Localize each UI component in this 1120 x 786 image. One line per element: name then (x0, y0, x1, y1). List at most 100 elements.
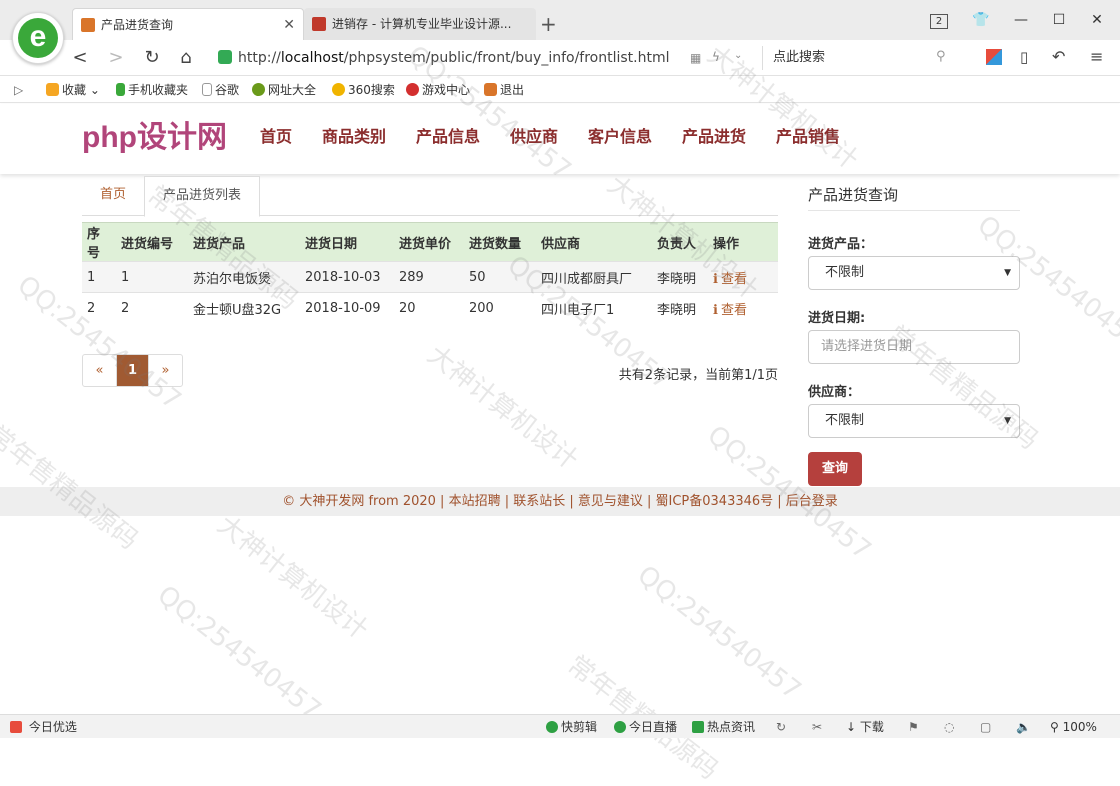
status-download[interactable]: ↓ 下载 (846, 718, 884, 736)
new-tab-button[interactable]: + (540, 12, 557, 36)
bookmark-label: 游戏中心 (422, 83, 471, 97)
sidebar-title: 产品进货查询 (808, 186, 899, 204)
bookmark-360-search[interactable]: 360搜索 (332, 81, 395, 99)
breadcrumb-current[interactable]: 产品进货列表 (144, 176, 260, 217)
nav-customers[interactable]: 客户信息 (588, 126, 652, 150)
bookmark-label: 网址大全 (268, 83, 317, 97)
home-icon[interactable]: ⌂ (174, 47, 198, 69)
nav-categories[interactable]: 商品类别 (322, 126, 386, 150)
volume-icon[interactable]: 🔈 (1016, 718, 1031, 736)
view-link[interactable]: ℹ 查看 (713, 303, 747, 318)
qr-code-icon[interactable]: ▦ (690, 51, 701, 65)
watermark-text: QQ:254540457 (631, 560, 807, 706)
cell-no: 2 (82, 292, 116, 324)
cell-price: 20 (394, 292, 464, 324)
pager-info: 共有2条记录，当前第1/1页 (618, 368, 778, 383)
nav-home[interactable]: 首页 (260, 126, 292, 150)
nav-products[interactable]: 产品信息 (416, 126, 480, 150)
pager-next[interactable]: » (149, 355, 182, 386)
window-close-icon[interactable]: ✕ (1084, 10, 1110, 30)
zoom-control[interactable]: ⚲ 100% (1050, 718, 1097, 736)
star-icon (46, 83, 59, 96)
cell-product: 苏泊尔电饭煲 (188, 261, 300, 293)
supplier-select[interactable]: 不限制 ▼ (808, 404, 1020, 438)
reading-icon[interactable]: ▯ (1020, 48, 1028, 66)
table-header-row: 序号 进货编号 进货产品 进货日期 进货单价 进货数量 供应商 负责人 操作 (82, 222, 778, 262)
tab-count-button[interactable]: 2 (926, 10, 952, 30)
minimize-icon[interactable]: — (1008, 10, 1034, 30)
back-icon[interactable]: < (68, 47, 92, 69)
bookmark-exit[interactable]: 退出 (484, 81, 524, 99)
nav-purchases[interactable]: 产品进货 (682, 126, 746, 150)
cell-action: ℹ 查看 (708, 261, 778, 293)
reload-icon[interactable]: ↻ (140, 47, 164, 69)
browser-icon[interactable]: ◌ (944, 718, 954, 736)
bookmark-games[interactable]: 游戏中心 (406, 81, 470, 99)
table-row: 2 2 金士顿U盘32G 2018-10-09 20 200 四川电子厂1 李晓… (82, 292, 778, 324)
product-select[interactable]: 不限制 ▼ (808, 256, 1020, 290)
cell-manager: 李晓明 (652, 261, 708, 293)
url-input[interactable]: http://localhost/phpsystem/public/front/… (218, 45, 758, 71)
bookmark-label: 手机收藏夹 (128, 83, 189, 97)
zoom-level: 100% (1062, 720, 1097, 734)
status-news[interactable]: 热点资讯 (692, 718, 755, 736)
window-icon[interactable]: ▢ (980, 718, 991, 736)
view-link-label: 查看 (720, 302, 747, 318)
col-code: 进货编号 (116, 222, 188, 262)
watermark-text: 大神计算机设计 (421, 340, 584, 476)
date-filter-label: 进货日期: (808, 311, 866, 326)
flag-icon[interactable]: ⚑ (908, 718, 919, 736)
product-select-value: 不限制 (825, 265, 865, 280)
date-input[interactable]: 请选择进货日期 (808, 330, 1020, 364)
bookmark-google[interactable]: 谷歌 (202, 81, 239, 99)
search-button[interactable]: 查询 (808, 452, 862, 486)
tools-icon[interactable]: ✂ (812, 718, 822, 736)
bookmark-mobile[interactable]: 手机收藏夹 (116, 81, 188, 99)
chevron-down-icon[interactable]: ⌄ (734, 50, 742, 61)
search-icon[interactable]: ⚲ (936, 49, 946, 64)
status-quick-clip[interactable]: 快剪辑 (546, 718, 597, 736)
browser-status-bar: 今日优选 快剪辑 今日直播 热点资讯 ↻ ✂ ↓ 下载 ⚑ ◌ ▢ 🔈 ⚲ 10… (0, 714, 1120, 738)
supplier-select-value: 不限制 (825, 413, 865, 428)
status-left-label: 今日优选 (28, 720, 77, 734)
maximize-icon[interactable]: ☐ (1046, 10, 1072, 30)
tab-active[interactable]: 产品进货查询 ✕ (72, 8, 304, 40)
nav-suppliers[interactable]: 供应商 (510, 126, 558, 150)
pager-page-1[interactable]: 1 (116, 355, 149, 386)
undo-icon[interactable]: ↶ (1052, 47, 1065, 66)
breadcrumb: 首页 产品进货列表 (82, 176, 778, 217)
bookmark-label: 收藏 (62, 83, 87, 97)
bookmark-favorites[interactable]: 收藏 ⌄ (46, 81, 100, 99)
view-link[interactable]: ℹ 查看 (713, 272, 747, 287)
tab-inactive[interactable]: 进销存 - 计算机专业毕业设计源... (304, 8, 536, 40)
browser-logo-icon[interactable]: e (12, 12, 64, 64)
lightning-icon[interactable]: ϟ (712, 50, 720, 64)
cell-product: 金士顿U盘32G (188, 292, 300, 324)
close-icon[interactable]: ✕ (283, 9, 295, 40)
forward-icon[interactable]: > (104, 47, 128, 69)
exit-icon (484, 83, 497, 96)
extension-icon[interactable] (986, 49, 1002, 65)
refresh-icon[interactable]: ↻ (776, 718, 786, 736)
site-footer[interactable]: © 大神开发网 from 2020 | 本站招聘 | 联系站长 | 意见与建议 … (0, 487, 1120, 516)
breadcrumb-home[interactable]: 首页 (82, 176, 144, 216)
status-daily-picks[interactable]: 今日优选 (10, 718, 77, 736)
cell-qty: 200 (464, 292, 536, 324)
bookmark-label: 退出 (500, 83, 525, 97)
tab-favicon-icon (81, 18, 95, 32)
browser-search-input[interactable]: 点此搜索 (762, 46, 958, 70)
browser-tab-bar: 产品进货查询 ✕ 进销存 - 计算机专业毕业设计源... + 2 👕 — ☐ ✕ (0, 0, 1120, 40)
supplier-filter-label: 供应商： (808, 385, 861, 400)
sidebar-toggle-icon[interactable]: ▷ (14, 81, 23, 99)
site-logo[interactable]: php设计网 (82, 118, 227, 158)
watermark-text: 大神计算机设计 (211, 510, 374, 646)
status-live[interactable]: 今日直播 (614, 718, 677, 736)
skin-icon[interactable]: 👕 (968, 10, 994, 30)
watermark-text: QQ:254540457 (151, 580, 327, 726)
cell-code: 2 (116, 292, 188, 324)
menu-icon[interactable]: ≡ (1090, 47, 1103, 66)
pager-prev[interactable]: « (83, 355, 116, 386)
nav-sales[interactable]: 产品销售 (776, 126, 840, 150)
bookmark-directory[interactable]: 网址大全 (252, 81, 316, 99)
cell-code: 1 (116, 261, 188, 293)
